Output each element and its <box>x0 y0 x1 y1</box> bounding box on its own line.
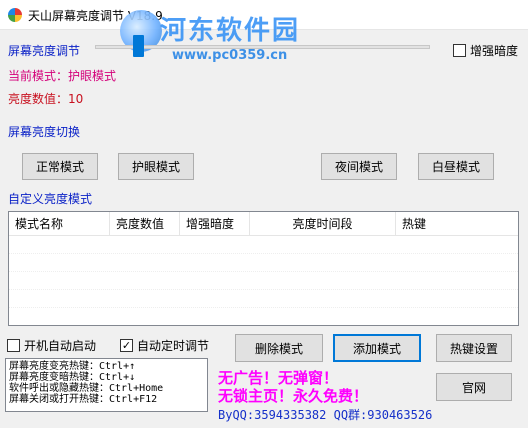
enhance-dark-label: 增强暗度 <box>470 44 519 58</box>
app-logo-icon <box>8 8 22 22</box>
column-header-enhance-dark[interactable]: 增强暗度 <box>180 212 250 236</box>
autostart-checkbox-box[interactable] <box>7 339 20 352</box>
contact-qq: ByQQ:3594335382 QQ群:930463526 <box>218 408 433 422</box>
ad-line-2: 无锁主页！永久免费！ <box>218 387 369 405</box>
current-mode-text: 当前模式：护眼模式 <box>8 69 117 83</box>
auto-timed-checkbox-box[interactable]: ✓ <box>120 339 133 352</box>
enhance-dark-checkbox[interactable]: 增强暗度 <box>453 42 518 59</box>
column-header-brightness[interactable]: 亮度数值 <box>110 212 180 236</box>
night-mode-button[interactable]: 夜间模式 <box>321 153 397 180</box>
enhance-dark-checkbox-box[interactable] <box>453 44 466 57</box>
brightness-slider-label: 屏幕亮度调节 <box>8 44 81 58</box>
watermark-line2: www.pc0359.cn <box>172 48 288 63</box>
autostart-checkbox[interactable]: 开机自动启动 <box>7 337 96 354</box>
hotkey-info-box: 屏幕亮度变亮热键：Ctrl+↑ 屏幕亮度变暗热键：Ctrl+↓ 软件呼出或隐藏热… <box>5 358 208 412</box>
hotkey-show-hide: 软件呼出或隐藏热键：Ctrl+Home <box>9 383 164 394</box>
custom-modes-table[interactable]: 模式名称 亮度数值 增强暗度 亮度时间段 热键 <box>8 211 519 326</box>
column-header-time-range[interactable]: 亮度时间段 <box>250 212 396 236</box>
table-row[interactable] <box>9 291 518 308</box>
table-row[interactable] <box>9 273 518 290</box>
custom-section-title: 自定义亮度模式 <box>8 192 93 206</box>
table-header: 模式名称 亮度数值 增强暗度 亮度时间段 热键 <box>9 212 518 236</box>
window-title: 天山屏幕亮度调节 V18.9 <box>28 9 163 23</box>
table-row[interactable] <box>9 237 518 254</box>
switch-section-title: 屏幕亮度切换 <box>8 125 81 139</box>
website-button[interactable]: 官网 <box>436 373 512 401</box>
add-mode-button[interactable]: 添加模式 <box>333 334 421 362</box>
autostart-label: 开机自动启动 <box>24 339 97 353</box>
eye-care-mode-button[interactable]: 护眼模式 <box>118 153 194 180</box>
hotkey-darken: 屏幕亮度变暗热键：Ctrl+↓ <box>9 372 136 383</box>
column-header-hotkey[interactable]: 热键 <box>396 212 518 236</box>
title-bar: 天山屏幕亮度调节 V18.9 <box>0 0 528 30</box>
brightness-slider-thumb[interactable] <box>133 35 145 57</box>
auto-timed-checkbox[interactable]: ✓ 自动定时调节 <box>120 337 209 354</box>
hotkey-brighten: 屏幕亮度变亮热键：Ctrl+↑ <box>9 361 136 372</box>
brightness-value-text: 亮度数值：10 <box>8 92 84 106</box>
brightness-slider-track[interactable] <box>95 45 430 49</box>
hotkey-screen-toggle: 屏幕关闭或打开热键：Ctrl+F12 <box>9 394 158 405</box>
hotkey-settings-button[interactable]: 热键设置 <box>436 334 512 362</box>
normal-mode-button[interactable]: 正常模式 <box>22 153 98 180</box>
table-row[interactable] <box>9 255 518 272</box>
delete-mode-button[interactable]: 删除模式 <box>235 334 323 362</box>
auto-timed-label: 自动定时调节 <box>137 339 210 353</box>
day-mode-button[interactable]: 白昼模式 <box>418 153 494 180</box>
column-header-mode-name[interactable]: 模式名称 <box>9 212 110 236</box>
